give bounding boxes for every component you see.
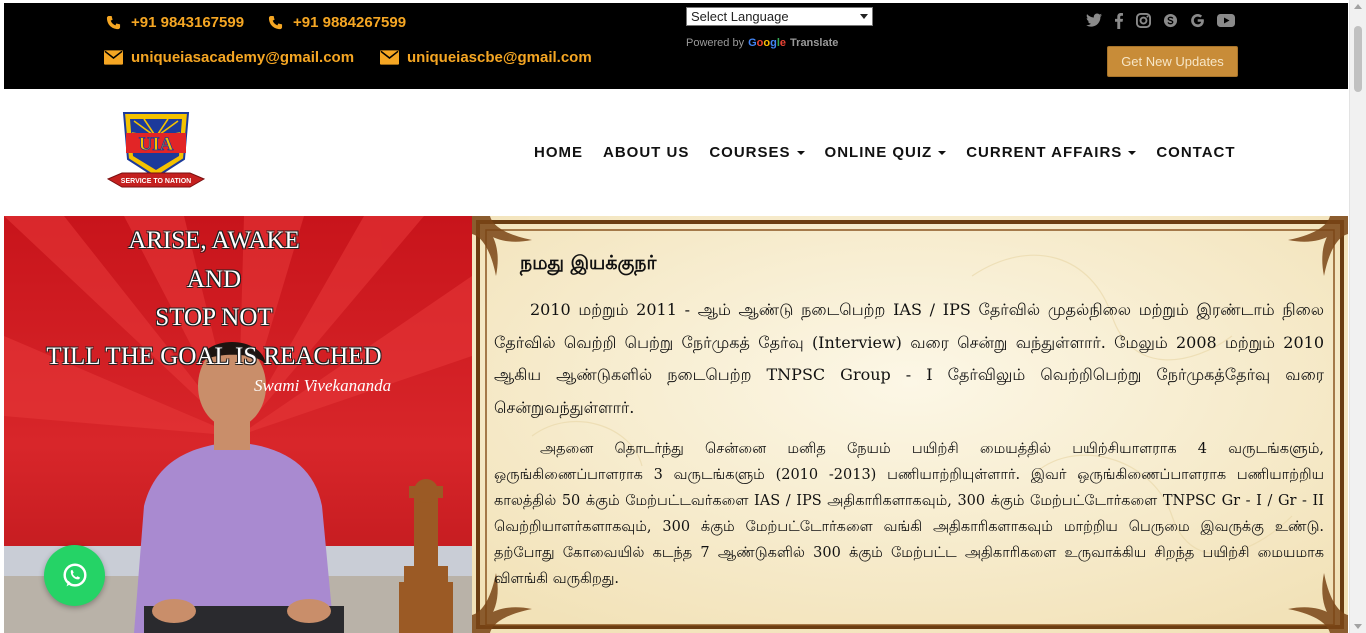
google-logo[interactable]: Google — [748, 37, 786, 49]
director-info-panel: நமது இயக்குநர் 2010 மற்றும் 2011 - ஆம் ஆ… — [472, 216, 1348, 633]
phone-icon — [106, 15, 121, 30]
nav-courses[interactable]: COURSES — [709, 144, 805, 161]
vivekananda-quote: ARISE, AWAKE AND STOP NOT TILL THE GOAL … — [4, 222, 424, 376]
nav-online-quiz-label: ONLINE QUIZ — [824, 144, 933, 161]
scroll-down-icon[interactable] — [1354, 624, 1362, 629]
top-bar: +91 9843167599 +91 9884267599 uniqueiasa… — [4, 3, 1348, 89]
language-select-value: Select Language — [691, 9, 789, 24]
chevron-down-icon — [860, 14, 868, 19]
nav-contact[interactable]: CONTACT — [1156, 144, 1235, 161]
quote-line-3: STOP NOT — [155, 304, 273, 331]
quote-line-4: TILL THE GOAL IS REACHED — [46, 342, 382, 370]
email-2-text: uniqueiascbe@gmail.com — [407, 49, 592, 66]
envelope-icon — [380, 50, 399, 65]
scroll-up-icon[interactable] — [1354, 4, 1362, 9]
email-2[interactable]: uniqueiascbe@gmail.com — [380, 49, 592, 66]
quote-line-1: ARISE, AWAKE — [128, 227, 300, 254]
whatsapp-icon — [62, 563, 87, 587]
nav-about-us-label: ABOUT US — [603, 144, 690, 161]
uia-logo[interactable]: UIA SERVICE TO NATION — [104, 107, 208, 195]
email-1[interactable]: uniqueiasacademy@gmail.com — [104, 49, 354, 66]
envelope-icon — [104, 50, 123, 65]
logo-tagline: SERVICE TO NATION — [121, 178, 191, 185]
whatsapp-button[interactable] — [44, 545, 105, 606]
language-select[interactable]: Select Language — [686, 7, 873, 26]
quote-signature: Swami Vivekananda — [254, 376, 392, 395]
director-paragraph-1: 2010 மற்றும் 2011 - ஆம் ஆண்டு நடைபெற்ற I… — [494, 300, 1324, 417]
director-paragraph-2: அதனை தொடர்ந்து சென்னை மனித நேயம் பயிற்சி… — [494, 441, 1324, 587]
phone-2-text: +91 9884267599 — [293, 14, 407, 31]
phone-1-text: +91 9843167599 — [131, 14, 245, 31]
caret-down-icon — [938, 150, 947, 155]
get-new-updates-button[interactable]: Get New Updates — [1107, 46, 1238, 77]
nav-current-affairs-label: CURRENT AFFAIRS — [966, 144, 1123, 161]
facebook-icon[interactable] — [1114, 13, 1124, 29]
scrollbar-thumb[interactable] — [1354, 26, 1362, 92]
social-links — [1086, 13, 1235, 29]
powered-by-google: Powered by Google Translate — [686, 37, 838, 49]
nav-home-label: HOME — [534, 144, 583, 161]
logo-text: UIA — [139, 134, 174, 155]
powered-by-text: Powered by — [686, 37, 745, 49]
phone-1[interactable]: +91 9843167599 — [104, 14, 244, 31]
phone-icon — [268, 15, 283, 30]
instagram-icon[interactable] — [1136, 13, 1151, 28]
caret-down-icon — [796, 150, 805, 155]
translate-text: Translate — [790, 37, 839, 49]
google-icon[interactable] — [1190, 13, 1205, 28]
skype-icon[interactable] — [1163, 13, 1178, 28]
page-scrollbar[interactable] — [1349, 0, 1366, 633]
nav-contact-label: CONTACT — [1156, 144, 1236, 161]
nav-courses-label: COURSES — [709, 144, 791, 161]
twitter-icon[interactable] — [1086, 13, 1102, 28]
caret-down-icon — [1128, 150, 1137, 155]
nav-current-affairs[interactable]: CURRENT AFFAIRS — [966, 144, 1137, 161]
director-title: நமது இயக்குநர் — [520, 252, 657, 274]
nav-home[interactable]: HOME — [534, 144, 583, 161]
main-nav: HOME ABOUT US COURSES ONLINE QUIZ CURREN… — [534, 144, 1256, 161]
youtube-icon[interactable] — [1217, 13, 1235, 28]
email-1-text: uniqueiasacademy@gmail.com — [131, 49, 355, 66]
nav-about-us[interactable]: ABOUT US — [603, 144, 689, 161]
phone-2[interactable]: +91 9884267599 — [266, 14, 406, 31]
site-header: UIA SERVICE TO NATION HOME ABOUT US COUR… — [4, 89, 1348, 216]
page: +91 9843167599 +91 9884267599 uniqueiasa… — [0, 0, 1366, 633]
quote-line-2: AND — [186, 265, 242, 293]
nav-online-quiz[interactable]: ONLINE QUIZ — [825, 144, 947, 161]
